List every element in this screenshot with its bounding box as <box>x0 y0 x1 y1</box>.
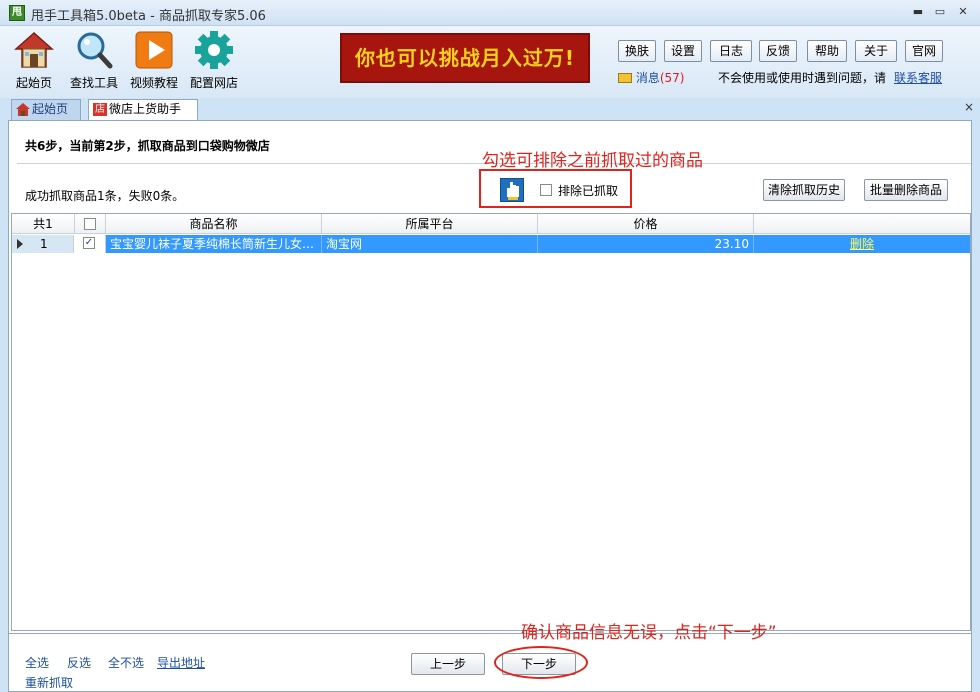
prev-step-button[interactable]: 上一步 <box>411 653 485 675</box>
toolbar-video-tutorial-button[interactable]: 视频教程 <box>126 30 182 92</box>
price-cell[interactable]: 23.10 <box>538 235 754 253</box>
column-header-name: 商品名称 <box>106 214 322 234</box>
envelope-icon <box>618 73 632 83</box>
row-select-cell: ✓ <box>74 235 106 253</box>
play-icon <box>134 30 174 70</box>
batch-delete-button[interactable]: 批量删除商品 <box>864 179 948 201</box>
column-header-count: 共1 <box>12 214 75 234</box>
product-grid: 共1 商品名称 所属平台 价格 1 ✓ 宝宝婴儿袜子夏季纯棉长筒新生儿女… 淘宝… <box>11 213 971 631</box>
about-button[interactable]: 关于 <box>855 40 897 62</box>
contact-support-link[interactable]: 联系客服 <box>894 69 942 86</box>
step-indicator: 共6步，当前第2步，抓取商品到口袋购物微店 <box>25 139 270 153</box>
toolbar-config-shop-button[interactable]: 配置网店 <box>186 30 242 92</box>
column-header-price: 价格 <box>538 214 754 234</box>
messages-label: 消息 <box>635 71 660 85</box>
help-text: 不会使用或使用时遇到问题，请 <box>718 71 887 85</box>
column-header-platform: 所属平台 <box>322 214 538 234</box>
clear-history-button[interactable]: 清除抓取历史 <box>763 179 845 201</box>
promo-banner[interactable]: 你也可以挑战月入过万! <box>340 33 590 83</box>
select-all-checkbox[interactable] <box>84 218 96 230</box>
toolbar-label: 配置网店 <box>189 76 238 90</box>
delete-row-link[interactable]: 删除 <box>754 235 970 253</box>
select-none-link[interactable]: 全不选 <box>108 654 144 671</box>
platform-cell[interactable]: 淘宝网 <box>322 235 538 253</box>
toolbar-label: 查找工具 <box>69 76 118 90</box>
toolbar-label: 起始页 <box>15 76 52 90</box>
toolbar-label: 视频教程 <box>129 76 178 90</box>
gear-icon <box>194 30 234 70</box>
hand-pointer-icon[interactable] <box>500 178 524 202</box>
tab-label: 微店上货助手 <box>109 102 182 116</box>
row-checkbox[interactable]: ✓ <box>83 237 95 249</box>
footer-divider <box>9 633 971 634</box>
house-icon <box>16 103 30 116</box>
maximize-button[interactable]: ▭ <box>932 5 948 19</box>
select-all-link[interactable]: 全选 <box>25 654 49 671</box>
messages-count: (57) <box>659 71 685 85</box>
tab-bar: 起始页 店 微店上货助手 <box>0 98 980 121</box>
settings-button[interactable]: 设置 <box>664 40 702 62</box>
table-row[interactable]: 1 ✓ 宝宝婴儿袜子夏季纯棉长筒新生儿女… 淘宝网 23.10 删除 <box>12 235 970 253</box>
tab-label: 起始页 <box>32 102 69 116</box>
column-header-action <box>754 214 970 234</box>
minimize-button[interactable]: ▬ <box>910 5 926 19</box>
tab-weidian-helper[interactable]: 店 微店上货助手 <box>88 99 198 121</box>
toolbar-home-button[interactable]: 起始页 <box>6 30 62 92</box>
row-pointer-icon <box>17 239 23 249</box>
close-window-button[interactable]: ✕ <box>955 5 971 19</box>
house-icon <box>14 30 54 70</box>
row-index: 1 <box>40 237 48 251</box>
exclude-grabbed-checkbox[interactable] <box>540 184 552 196</box>
main-panel: 共6步，当前第2步，抓取商品到口袋购物微店 勾选可排除之前抓取过的商品 成功抓取… <box>8 120 972 692</box>
official-site-button[interactable]: 官网 <box>905 40 943 62</box>
annotation-exclude-hint: 勾选可排除之前抓取过的商品 <box>482 151 703 171</box>
grab-result-text: 成功抓取商品1条，失败0条。 <box>25 189 185 203</box>
invert-selection-link[interactable]: 反选 <box>67 654 91 671</box>
product-name-cell[interactable]: 宝宝婴儿袜子夏季纯棉长筒新生儿女… <box>106 235 322 253</box>
regrab-link[interactable]: 重新抓取 <box>25 674 73 691</box>
log-button[interactable]: 日志 <box>710 40 752 62</box>
shop-icon: 店 <box>93 103 107 116</box>
export-address-link[interactable]: 导出地址 <box>157 654 205 671</box>
window-title: 甩手工具箱5.0beta - 商品抓取专家5.06 <box>31 9 266 24</box>
app-icon: 甩 <box>9 5 25 21</box>
annotation-ellipse <box>494 646 588 679</box>
magnifier-icon <box>74 30 114 70</box>
close-tab-icon[interactable]: × <box>964 100 974 114</box>
help-button[interactable]: 帮助 <box>807 40 847 62</box>
feedback-button[interactable]: 反馈 <box>759 40 797 62</box>
annotation-next-hint: 确认商品信息无误，点击“下一步” <box>521 623 777 643</box>
toolbar-find-tools-button[interactable]: 查找工具 <box>66 30 122 92</box>
title-bar: 甩 甩手工具箱5.0beta - 商品抓取专家5.06 ▬ ▭ ✕ <box>0 0 980 26</box>
skin-button[interactable]: 换肤 <box>618 40 656 62</box>
exclude-grabbed-label[interactable]: 排除已抓取 <box>558 182 618 199</box>
column-header-select <box>75 214 106 234</box>
tab-home[interactable]: 起始页 <box>11 99 81 120</box>
messages-link[interactable]: 消息(57) <box>618 69 684 86</box>
row-indicator: 1 <box>12 235 74 253</box>
